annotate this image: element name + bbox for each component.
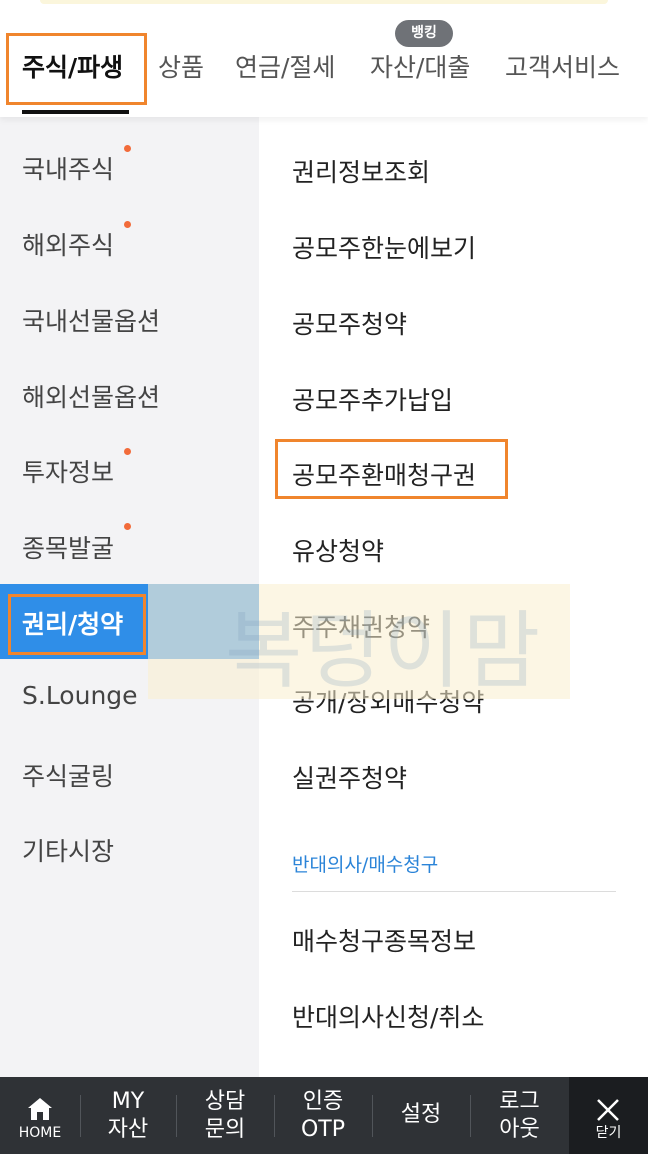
submenu-item-ipo-putback[interactable]: 공모주환매청구권: [292, 456, 476, 492]
logout-label-line1: 로그: [499, 1089, 540, 1114]
sidebar-active-accent: [148, 584, 259, 659]
top-nav: 주식/파생 상품 연금/절세 뱅킹 자산/대출 고객서비스: [0, 0, 648, 117]
sidebar-item-s-lounge[interactable]: S.Lounge: [22, 681, 138, 710]
sidebar-item-overseas-stocks[interactable]: 해외주식: [22, 226, 114, 262]
active-tab-underline: [22, 110, 129, 114]
submenu-item[interactable]: 실권주청약: [292, 759, 407, 795]
sidebar-item-domestic-stocks[interactable]: 국내주식: [22, 150, 114, 186]
logout-label-line2: 아웃: [499, 1117, 540, 1142]
submenu-section-title: 반대의사/매수청구: [292, 854, 439, 876]
sidebar-item-domestic-futures[interactable]: 국내선물옵션: [22, 302, 160, 338]
sidebar-item-other-markets[interactable]: 기타시장: [22, 832, 114, 868]
settings-label: 설정: [400, 1102, 442, 1127]
tab-assets-loans[interactable]: 자산/대출: [370, 48, 470, 84]
close-icon: [597, 1099, 619, 1121]
submenu-item[interactable]: 반대의사신청/취소: [292, 998, 484, 1034]
submenu-item[interactable]: 주주채권청약: [292, 608, 430, 644]
sidebar-item-investment-info[interactable]: 투자정보: [22, 453, 114, 489]
home-label: HOME: [18, 1125, 62, 1141]
home-button[interactable]: HOME: [0, 1077, 80, 1154]
consult-button[interactable]: 상담 문의: [176, 1077, 274, 1154]
my-assets-label-line2: 자산: [107, 1117, 149, 1142]
new-dot-icon: [124, 221, 131, 228]
new-dot-icon: [124, 145, 131, 152]
submenu-item[interactable]: 공모주추가납입: [292, 381, 453, 417]
cert-label-line2: OTP: [300, 1117, 346, 1142]
settings-button[interactable]: 설정: [372, 1077, 470, 1154]
tab-pension-tax[interactable]: 연금/절세: [235, 48, 335, 84]
submenu-item[interactable]: 공개/장외매수청약: [292, 683, 484, 719]
tab-products[interactable]: 상품: [158, 48, 204, 84]
submenu-item[interactable]: 공모주청약: [292, 305, 407, 341]
new-dot-icon: [124, 523, 131, 530]
top-banner-strip: [40, 0, 608, 4]
submenu-item[interactable]: 매수청구종목정보: [292, 922, 476, 958]
consult-label-line2: 문의: [204, 1117, 246, 1142]
sidebar-item-label-active: 권리/청약: [22, 610, 124, 639]
close-button[interactable]: 닫기: [569, 1077, 648, 1154]
my-assets-button[interactable]: MY 자산: [80, 1077, 176, 1154]
home-icon: [28, 1098, 52, 1120]
sidebar-item-overseas-futures[interactable]: 해외선물옵션: [22, 378, 160, 414]
cert-label-line1: 인증: [302, 1089, 344, 1114]
banking-badge: 뱅킹: [395, 20, 453, 47]
new-dot-icon: [124, 448, 131, 455]
bottom-toolbar: HOME MY 자산 상담 문의 인증 OTP 설정 로그 아웃 닫기: [0, 1077, 648, 1154]
tab-customer-service[interactable]: 고객서비스: [505, 48, 620, 84]
cert-otp-button[interactable]: 인증 OTP: [274, 1077, 372, 1154]
sidebar-item-stock-growing[interactable]: 주식굴링: [22, 757, 114, 793]
submenu-item[interactable]: 유상청약: [292, 532, 384, 568]
submenu-item[interactable]: 공모주한눈에보기: [292, 229, 476, 265]
consult-label-line1: 상담: [204, 1089, 246, 1114]
sidebar-item-stock-discovery[interactable]: 종목발굴: [22, 529, 114, 565]
submenu-item[interactable]: 권리정보조회: [292, 153, 430, 189]
my-assets-label-line1: MY: [111, 1089, 145, 1114]
section-divider: [292, 891, 616, 892]
logout-button[interactable]: 로그 아웃: [470, 1077, 569, 1154]
close-label: 닫기: [595, 1125, 622, 1141]
tab-stocks-derivatives[interactable]: 주식/파생: [22, 48, 123, 84]
